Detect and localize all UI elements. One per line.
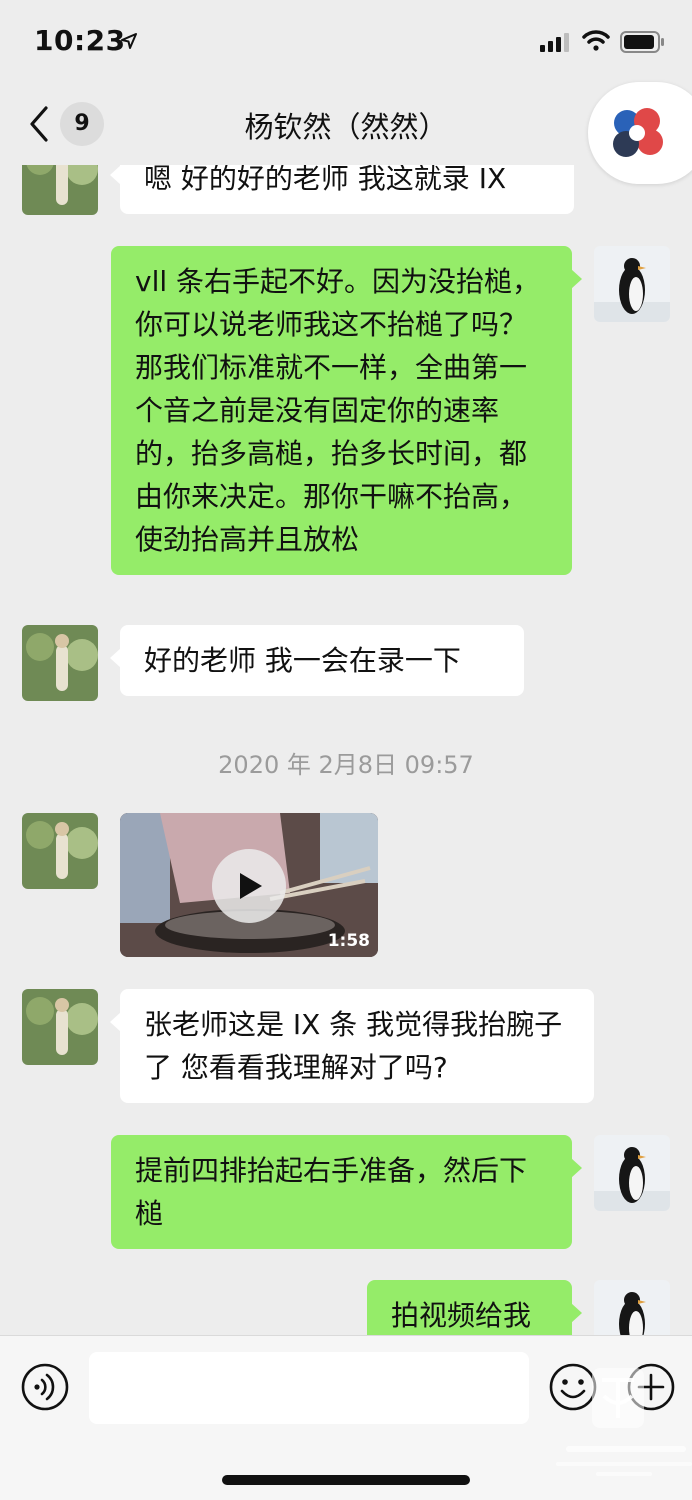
message-text: 好的老师 我一会在录一下 bbox=[144, 644, 461, 677]
message-input[interactable] bbox=[89, 1352, 529, 1424]
contact-avatar[interactable] bbox=[22, 165, 98, 215]
message-bubble[interactable]: 提前四排抬起右手准备，然后下槌 bbox=[111, 1135, 572, 1249]
my-avatar[interactable] bbox=[594, 1135, 670, 1211]
message-bubble[interactable]: 嗯 好的好的老师 我这就录 IX bbox=[120, 165, 574, 214]
contact-avatar[interactable] bbox=[22, 625, 98, 701]
contact-avatar[interactable] bbox=[22, 813, 98, 889]
video-duration: 1:58 bbox=[327, 931, 370, 951]
play-icon bbox=[240, 873, 262, 899]
play-button[interactable] bbox=[212, 849, 286, 923]
watermark-logo bbox=[556, 1368, 692, 1476]
my-avatar[interactable] bbox=[594, 1280, 670, 1335]
chat-header: 9 杨钦然（然然） bbox=[0, 80, 692, 184]
contact-avatar[interactable] bbox=[22, 989, 98, 1065]
wifi-icon bbox=[582, 30, 610, 51]
message-text: vll 条右手起不好。因为没抬槌，你可以说老师我这不抬槌了吗？那我们标准就不一样… bbox=[135, 265, 541, 556]
message-timestamp: 2020 年 2月8日 09:57 bbox=[218, 751, 474, 779]
location-arrow-icon bbox=[121, 33, 137, 49]
app-logo-icon bbox=[613, 108, 663, 157]
status-bar: 10:23 bbox=[0, 0, 692, 80]
message-list[interactable]: 嗯 好的好的老师 我这就录 IX vll 条右手起不好。因为没抬槌，你可以说老师… bbox=[0, 165, 692, 1335]
message-bubble[interactable]: 拍视频给我 bbox=[367, 1280, 572, 1335]
status-time: 10:23 bbox=[34, 24, 126, 57]
message-text: 拍视频给我 bbox=[391, 1299, 532, 1332]
message-text: 提前四排抬起右手准备，然后下槌 bbox=[135, 1154, 528, 1230]
voice-icon[interactable] bbox=[20, 1362, 70, 1412]
video-message[interactable]: 1:58 bbox=[120, 813, 378, 957]
battery-icon bbox=[620, 31, 664, 53]
message-bubble[interactable]: vll 条右手起不好。因为没抬槌，你可以说老师我这不抬槌了吗？那我们标准就不一样… bbox=[111, 246, 572, 575]
message-bubble[interactable]: 好的老师 我一会在录一下 bbox=[120, 625, 524, 696]
message-text: 嗯 好的好的老师 我这就录 IX bbox=[144, 165, 507, 195]
signal-icon bbox=[540, 33, 569, 52]
message-text: 张老师这是 IX 条 我觉得我抬腕子了 您看看我理解对了吗? bbox=[144, 1008, 563, 1084]
home-indicator[interactable] bbox=[222, 1475, 470, 1485]
message-bubble[interactable]: 张老师这是 IX 条 我觉得我抬腕子了 您看看我理解对了吗? bbox=[120, 989, 594, 1103]
my-avatar[interactable] bbox=[594, 246, 670, 322]
